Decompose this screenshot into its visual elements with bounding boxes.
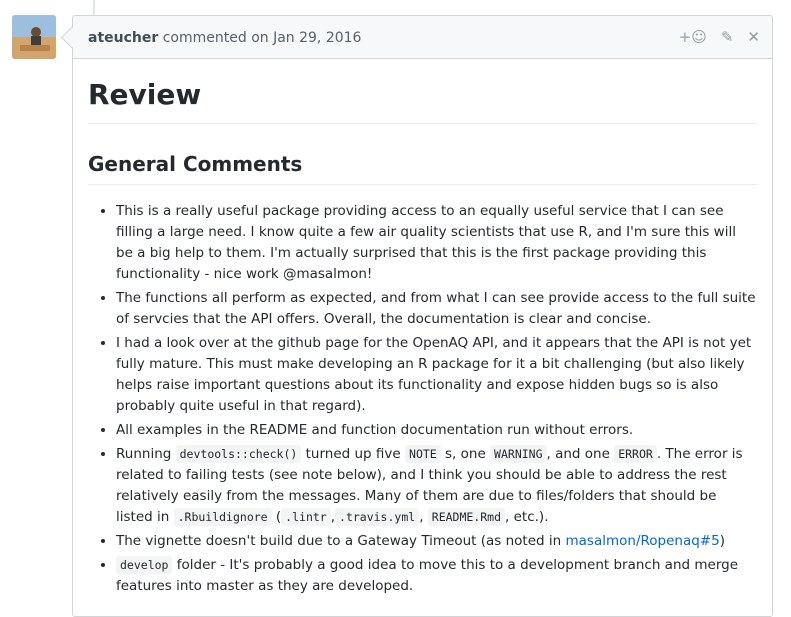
text-fragment: s, one [440, 446, 491, 462]
avatar[interactable] [12, 15, 56, 59]
inline-code: .lintr [281, 508, 331, 526]
text-fragment: ( [271, 509, 282, 525]
list-item: The vignette doesn't build due to a Gate… [116, 531, 757, 552]
edit-icon[interactable]: ✎ [721, 28, 734, 46]
add-reaction-icon[interactable]: +☺ [679, 28, 707, 46]
text-fragment: The vignette doesn't build due to a Gate… [116, 533, 566, 549]
text-fragment: , [419, 509, 428, 525]
list-item: develop folder - It's probably a good id… [116, 555, 757, 597]
list-item: Running devtools::check() turned up five… [116, 444, 757, 528]
inline-code: .Rbuildignore [173, 508, 272, 526]
comment-meta-line: ateucher commented on Jan 29, 2016 [88, 30, 361, 46]
issue-link[interactable]: masalmon/Ropenaq#5 [566, 533, 720, 549]
text-fragment: Running [116, 446, 176, 462]
timeline-line [93, 0, 95, 16]
text-fragment: , etc.). [505, 509, 549, 525]
inline-code: NOTE [405, 445, 441, 463]
text-fragment: folder - It's probably a good idea to mo… [116, 557, 739, 594]
avatar-image [12, 15, 56, 59]
comment-body: Review General Comments This is a really… [73, 77, 772, 597]
comment-box: ateucher commented on Jan 29, 2016 +☺ ✎ … [72, 15, 773, 617]
heading-general-comments: General Comments [88, 150, 757, 185]
list-item: All examples in the README and function … [116, 420, 757, 441]
list-item: I had a look over at the github page for… [116, 333, 757, 417]
comment-author[interactable]: ateucher [88, 30, 158, 46]
inline-code: WARNING [490, 445, 547, 463]
comment-header: ateucher commented on Jan 29, 2016 +☺ ✎ … [73, 16, 772, 59]
inline-code: ERROR [614, 445, 657, 463]
comment-actions: +☺ ✎ ✕ [679, 28, 760, 46]
text-fragment: turned up five [301, 446, 406, 462]
text-fragment: , and one [546, 446, 615, 462]
inline-code: develop [116, 556, 173, 574]
comment-date[interactable]: commented on Jan 29, 2016 [163, 30, 362, 46]
text-fragment: ) [719, 533, 725, 549]
list-item: This is a really useful package providin… [116, 201, 757, 285]
inline-code: devtools::check() [175, 445, 302, 463]
inline-code: .travis.yml [335, 508, 420, 526]
inline-code: README.Rmd [427, 508, 506, 526]
list-item: The functions all perform as expected, a… [116, 288, 757, 330]
heading-review: Review [88, 77, 757, 124]
close-icon[interactable]: ✕ [747, 28, 760, 46]
comments-list: This is a really useful package providin… [88, 201, 757, 597]
